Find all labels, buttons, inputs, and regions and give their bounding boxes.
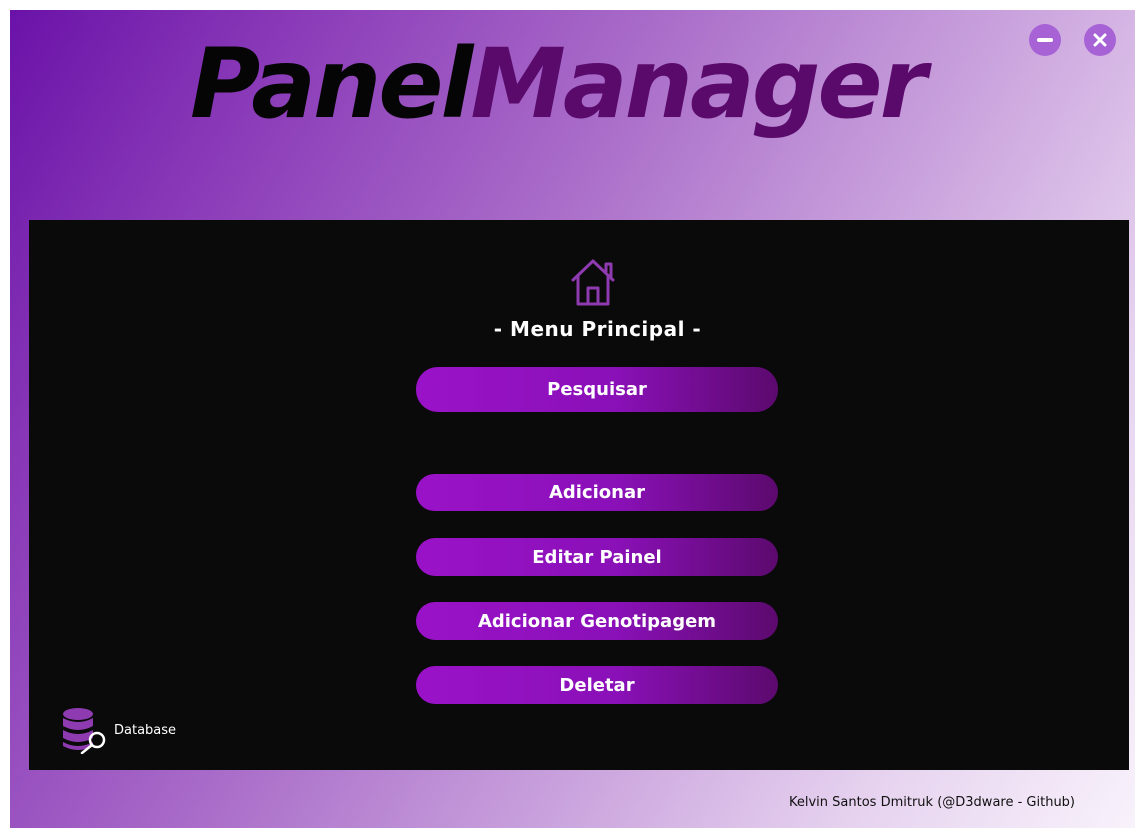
database-label: Database [114,722,177,738]
menu-title: - Menu Principal - [493,317,702,341]
app-window: PanelManager - Menu Principal - Pesquisa… [10,10,1135,828]
database-button[interactable]: Database [60,706,176,754]
app-logo: PanelManager [190,36,927,132]
logo-text-manager: Manager [470,28,927,140]
database-key-icon [63,708,106,754]
close-button[interactable] [1084,24,1116,56]
home-icon [571,259,615,306]
main-menu-panel: - Menu Principal - Pesquisar Adicionar E… [29,220,1129,770]
footer-credit: Kelvin Santos Dmitruk (@D3dware - Github… [789,795,1076,810]
search-button[interactable]: Pesquisar [416,367,778,412]
close-icon [1093,33,1107,47]
add-genotyping-button[interactable]: Adicionar Genotipagem [416,602,778,640]
minimize-button[interactable] [1029,24,1061,56]
add-button[interactable]: Adicionar [416,474,778,511]
minus-icon [1037,38,1053,42]
logo-text-panel: Panel [190,28,473,140]
edit-panel-button[interactable]: Editar Painel [416,538,778,576]
delete-button[interactable]: Deletar [416,666,778,704]
